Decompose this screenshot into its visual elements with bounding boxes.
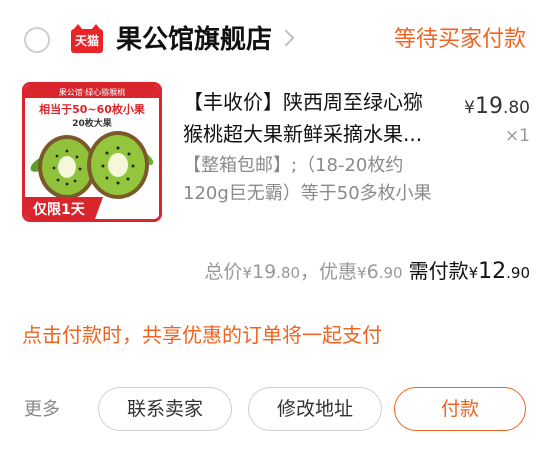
discount-amount: 6 [366, 261, 379, 283]
product-sku-line1: 【整箱包邮】;（18-20枚约 [183, 155, 404, 176]
tmall-icon: 天猫 [71, 24, 103, 53]
image-banner-text: 果公馆·绿心猕猴桃 [59, 87, 126, 97]
product-title-line2: 猴桃超大果新鲜采摘水果... [183, 122, 423, 146]
total-label: 总价 [204, 261, 243, 283]
quantity: ×1 [504, 126, 530, 146]
contact-seller-button[interactable]: 联系卖家 [98, 387, 232, 431]
order-totals: 总价¥19.80，优惠¥6.90 需付款¥12.90 [204, 259, 530, 284]
total-amount: 19 [251, 261, 277, 283]
product-sku: 【整箱包邮】;（18-20枚约 120g巨无霸）等于50多枚小果 [183, 152, 448, 208]
need-pay-label: 需付款 [408, 259, 469, 283]
image-tag-text: 仅限1天 [32, 201, 86, 218]
pay-button[interactable]: 付款 [394, 387, 526, 431]
product-title[interactable]: 【丰收价】陕西周至绿心猕 猴桃超大果新鲜采摘水果... [183, 86, 443, 150]
select-order-radio[interactable] [24, 27, 50, 53]
unit-price: ¥19.80 [464, 94, 530, 119]
image-sub-text: 20枚大果 [72, 117, 113, 129]
combined-payment-notice: 点击付款时，共享优惠的订单将一起支付 [22, 323, 382, 347]
product-title-line1: 【丰收价】陕西周至绿心猕 [183, 90, 423, 114]
order-card: 天猫 果公馆旗舰店 等待买家付款 果公馆·绿心猕猴桃 相当于50~60枚小果 2… [0, 0, 548, 454]
tmall-badge-label: 天猫 [74, 34, 99, 48]
discount-label: ，优惠 [300, 261, 358, 283]
kiwi-illustration: 果公馆·绿心猕猴桃 相当于50~60枚小果 20枚大果 仅限1天 [25, 85, 159, 219]
more-link[interactable]: 更多 [24, 396, 60, 424]
order-status: 等待买家付款 [393, 27, 526, 52]
product-image[interactable]: 果公馆·绿心猕猴桃 相当于50~60枚小果 20枚大果 仅限1天 [22, 82, 162, 222]
edit-address-button[interactable]: 修改地址 [248, 387, 382, 431]
need-pay-amount: ¥12.90 [468, 259, 530, 284]
product-sku-line2: 120g巨无霸）等于50多枚小果 [183, 183, 432, 204]
image-headline-text: 相当于50~60枚小果 [39, 102, 145, 116]
chevron-right-icon[interactable] [277, 29, 295, 47]
shop-name[interactable]: 果公馆旗舰店 [116, 20, 272, 60]
